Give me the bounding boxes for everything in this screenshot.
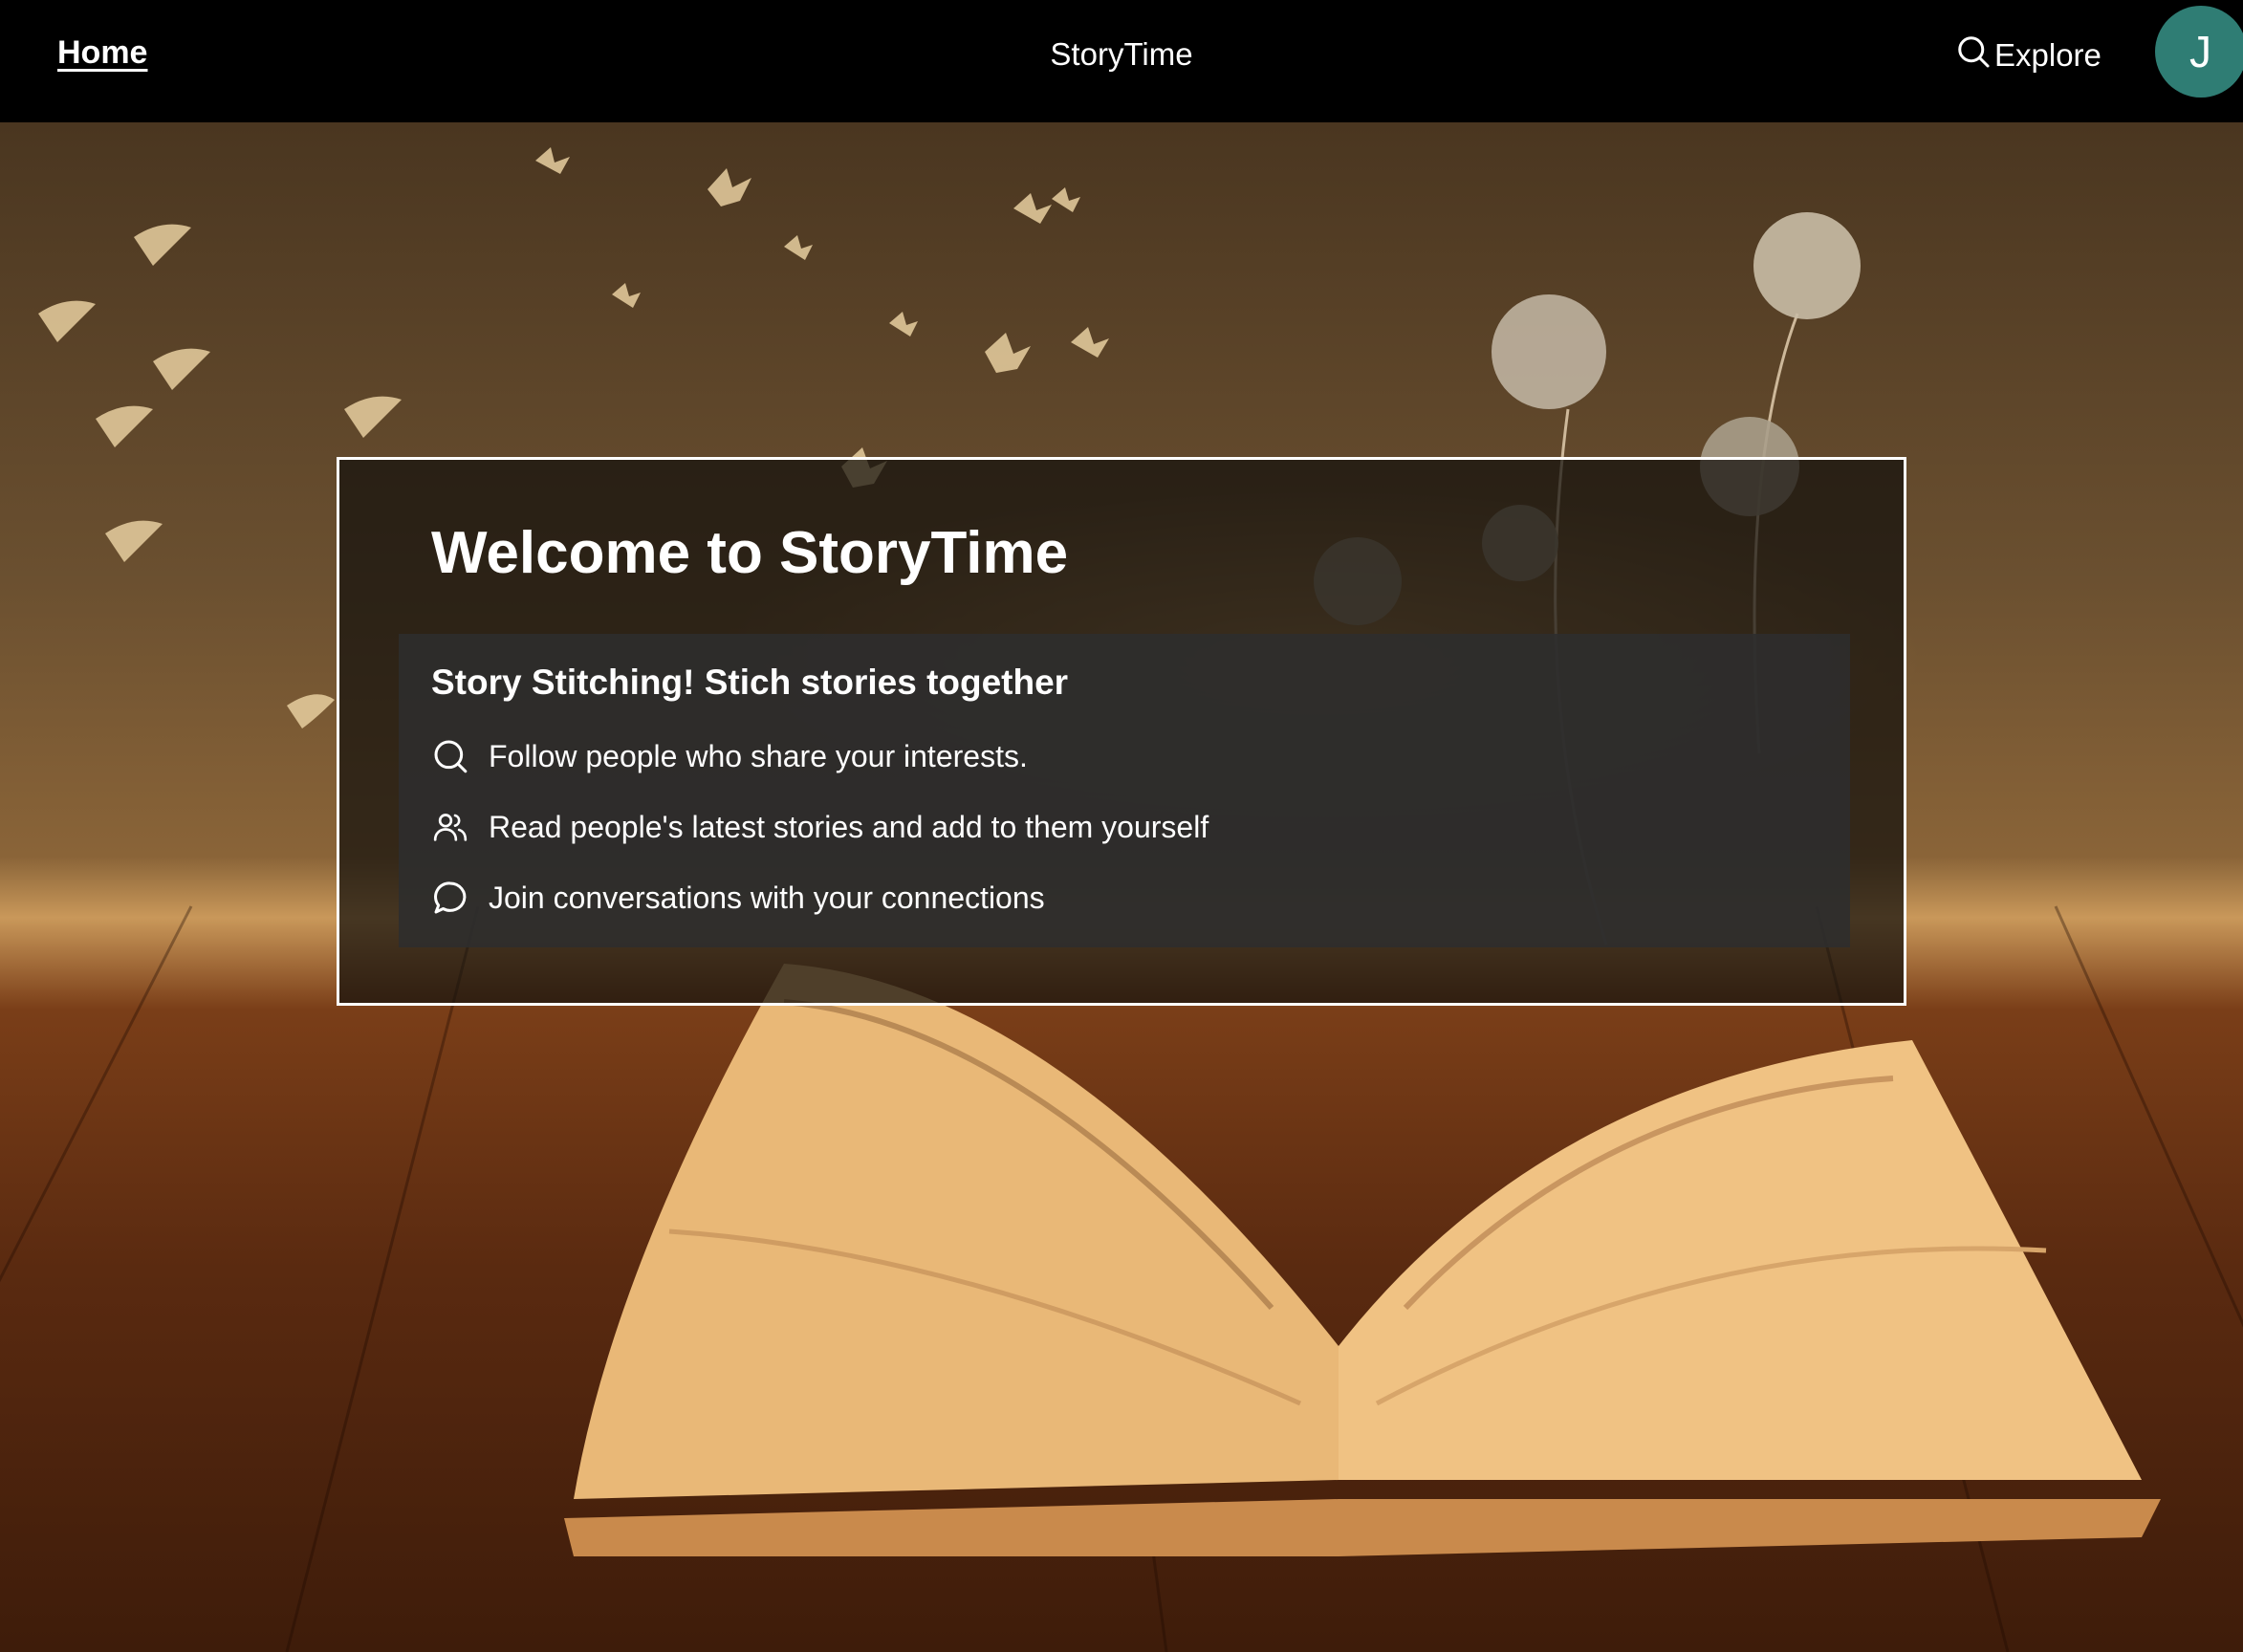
feature-item-read: Read people's latest stories and add to … bbox=[431, 808, 1209, 846]
features-panel: Story Stitching! Stich stories together … bbox=[399, 634, 1850, 947]
avatar[interactable]: J bbox=[2155, 6, 2243, 98]
feature-text: Join conversations with your connections bbox=[489, 880, 1045, 915]
explore-label: Explore bbox=[1994, 37, 2101, 73]
top-navbar: Home StoryTime Explore J bbox=[0, 0, 2243, 122]
feature-text: Follow people who share your interests. bbox=[489, 738, 1028, 773]
features-heading: Story Stitching! Stich stories together bbox=[431, 663, 1069, 702]
welcome-title: Welcome to StoryTime bbox=[431, 520, 1069, 586]
welcome-card: Welcome to StoryTime Story Stitching! St… bbox=[337, 457, 1906, 1006]
brand-title: StoryTime bbox=[1050, 36, 1193, 72]
open-book bbox=[564, 964, 2161, 1556]
page: Home StoryTime Explore J Welcome to Stor… bbox=[0, 0, 2243, 1652]
feature-text: Read people's latest stories and add to … bbox=[489, 809, 1209, 844]
feature-item-follow: Follow people who share your interests. bbox=[431, 737, 1028, 775]
search-icon bbox=[431, 737, 469, 775]
feature-item-conversations: Join conversations with your connections bbox=[431, 879, 1045, 917]
nav-explore-link[interactable]: Explore bbox=[1956, 34, 2101, 76]
search-icon bbox=[1956, 34, 1994, 76]
users-icon bbox=[431, 808, 469, 846]
chat-bubble-icon bbox=[431, 879, 469, 917]
